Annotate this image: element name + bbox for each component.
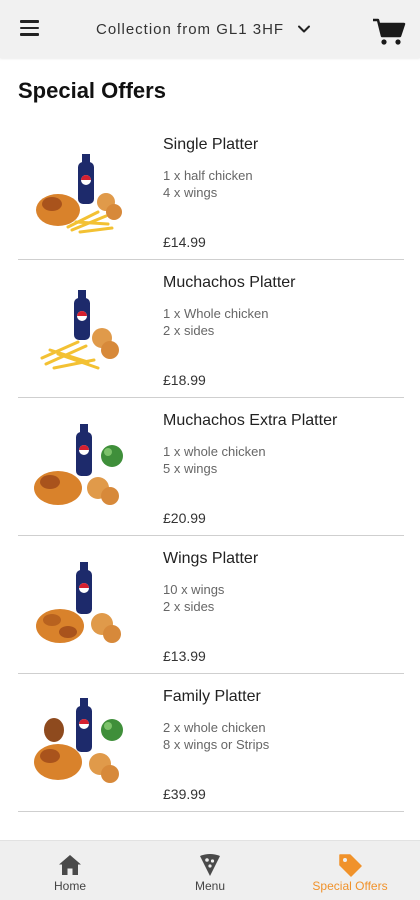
offer-name: Wings Platter xyxy=(163,550,259,567)
offer-price: £18.99 xyxy=(163,372,206,388)
offer-price: £39.99 xyxy=(163,786,206,802)
page-title: Special Offers xyxy=(18,78,166,103)
offer-item-wings-platter[interactable]: Wings Platter 10 x wings 2 x sides £13.9… xyxy=(18,536,404,674)
platter-image xyxy=(34,424,123,505)
nav-menu[interactable]: Menu xyxy=(140,841,280,900)
bottom-navigation: Home Menu Special Offers xyxy=(0,840,420,900)
home-icon xyxy=(59,855,81,875)
offer-name: Family Platter xyxy=(163,688,261,705)
offer-description-line: 4 x wings xyxy=(163,185,218,200)
offer-item-family-platter[interactable]: Family Platter 2 x whole chicken 8 x win… xyxy=(18,674,404,812)
offer-description-line: 2 x sides xyxy=(163,599,215,614)
offer-description: 1 x whole chicken 5 x wings xyxy=(163,443,266,477)
offer-item-muchachos-platter[interactable]: Muchachos Platter 1 x Whole chicken 2 x … xyxy=(18,260,404,398)
offer-name: Muchachos Platter xyxy=(163,274,296,291)
nav-menu-label: Menu xyxy=(194,879,226,893)
offer-price: £14.99 xyxy=(163,234,206,250)
offer-name: Single Platter xyxy=(163,136,259,153)
offer-description-line: 1 x whole chicken xyxy=(163,444,266,459)
offer-item-single-platter[interactable]: Single Platter 1 x half chicken 4 x wing… xyxy=(18,122,404,260)
offer-description-line: 10 x wings xyxy=(163,582,225,597)
offer-description-line: 5 x wings xyxy=(163,461,218,476)
collection-location-selector[interactable]: Collection from GL1 3HF xyxy=(96,17,312,41)
offer-description-line: 1 x Whole chicken xyxy=(163,306,269,321)
chevron-down-icon xyxy=(298,25,311,33)
nav-special-offers[interactable]: Special Offers xyxy=(280,841,420,900)
nav-special-offers-label: Special Offers xyxy=(312,879,388,893)
nav-home[interactable]: Home xyxy=(0,841,140,900)
offer-item-muchachos-extra-platter[interactable]: Muchachos Extra Platter 1 x whole chicke… xyxy=(18,398,404,536)
offer-description: 1 x Whole chicken 2 x sides xyxy=(163,305,269,339)
offer-description-line: 2 x whole chicken xyxy=(163,720,266,735)
top-app-bar: Collection from GL1 3HF xyxy=(0,0,420,58)
platter-image xyxy=(36,154,122,234)
shopping-cart-icon[interactable] xyxy=(372,14,406,48)
offer-description: 1 x half chicken 4 x wings xyxy=(163,167,253,201)
offer-description-line: 8 x wings or Strips xyxy=(163,737,270,752)
tag-icon xyxy=(339,854,362,877)
offer-description-line: 2 x sides xyxy=(163,323,215,338)
collection-location-label: Collection from GL1 3HF xyxy=(96,20,285,38)
offer-description: 10 x wings 2 x sides xyxy=(163,581,224,615)
offer-price: £13.99 xyxy=(163,648,206,664)
hamburger-menu-icon[interactable] xyxy=(14,16,46,42)
offer-description: 2 x whole chicken 8 x wings or Strips xyxy=(163,719,269,753)
platter-image xyxy=(34,698,123,783)
pizza-slice-icon xyxy=(200,854,220,876)
offer-price: £20.99 xyxy=(163,510,206,526)
platter-image xyxy=(36,562,121,643)
nav-home-label: Home xyxy=(53,879,86,893)
special-offers-list: Single Platter 1 x half chicken 4 x wing… xyxy=(18,122,404,812)
offer-description-line: 1 x half chicken xyxy=(163,168,253,183)
offer-name: Muchachos Extra Platter xyxy=(163,412,338,429)
platter-image xyxy=(40,290,119,370)
